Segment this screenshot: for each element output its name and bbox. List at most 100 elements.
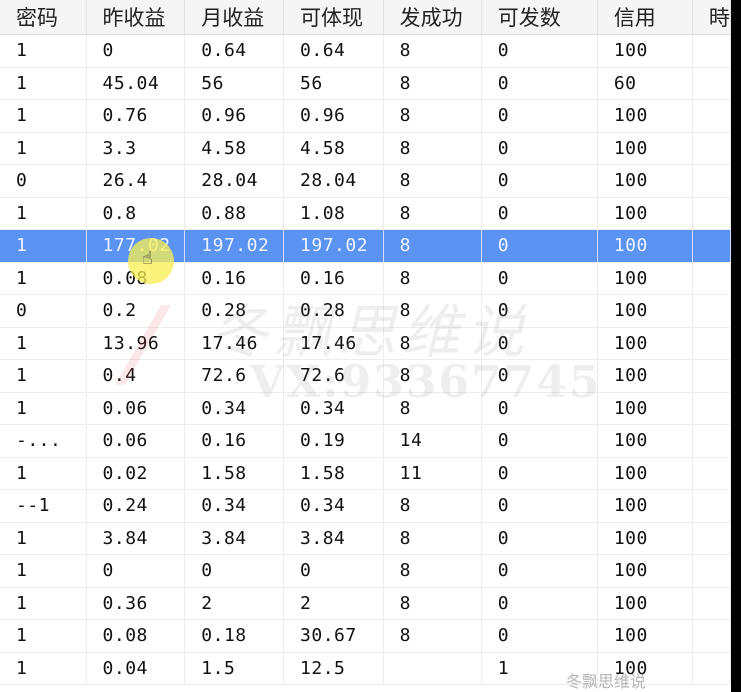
column-header[interactable]: 密码 xyxy=(0,0,87,35)
table-cell[interactable]: 1 xyxy=(0,457,87,490)
table-cell[interactable]: 100 xyxy=(597,359,693,393)
table-cell[interactable]: 60 xyxy=(597,67,693,100)
table-cell[interactable]: 0.28 xyxy=(283,294,384,328)
table-cell[interactable]: 0.4 xyxy=(86,359,186,393)
table-cell[interactable]: 0.24 xyxy=(86,489,186,523)
table-row[interactable]: 1 3.84 3.84 3.84 8 0 100 xyxy=(0,522,731,555)
table-cell[interactable]: 2 xyxy=(184,587,285,620)
table-cell[interactable]: 8 xyxy=(383,99,482,133)
table-cell[interactable]: 0 xyxy=(481,457,598,490)
table-cell[interactable]: 0.06 xyxy=(86,392,186,425)
table-cell[interactable]: 1 xyxy=(0,652,87,685)
table-cell[interactable]: 1.08 xyxy=(283,197,384,230)
table-row[interactable]: 1 3.3 4.58 4.58 8 0 100 xyxy=(0,132,731,165)
table-cell[interactable]: 0.19 xyxy=(283,424,384,458)
table-cell[interactable]: 45.04 xyxy=(86,67,186,100)
table-cell[interactable]: 197.02 xyxy=(184,229,285,263)
table-row[interactable]: 1 177.02 197.02 197.02 8 0 100 xyxy=(0,229,731,263)
table-cell[interactable]: 0 xyxy=(481,132,598,165)
column-header[interactable]: 信用 xyxy=(597,0,693,35)
table-cell[interactable]: 56 xyxy=(283,67,384,100)
table-cell[interactable]: 0.04 xyxy=(86,652,186,685)
table-cell[interactable]: 100 xyxy=(597,99,693,133)
table-cell[interactable]: 8 xyxy=(383,327,482,360)
table-cell[interactable] xyxy=(692,587,731,620)
table-cell[interactable] xyxy=(692,327,731,360)
table-cell[interactable]: 0 xyxy=(481,554,598,588)
table-cell[interactable]: 100 xyxy=(597,34,693,68)
table-cell[interactable] xyxy=(692,229,731,263)
table-cell[interactable]: 1 xyxy=(0,554,87,588)
table-cell[interactable]: 0.34 xyxy=(184,392,285,425)
column-header[interactable]: 发成功 xyxy=(383,0,482,35)
table-cell[interactable]: 0.36 xyxy=(86,587,186,620)
table-cell[interactable]: 0 xyxy=(0,294,87,328)
table-cell[interactable]: 8 xyxy=(383,522,482,555)
table-cell[interactable]: 0.28 xyxy=(184,294,285,328)
table-cell[interactable]: 0.8 xyxy=(86,197,186,230)
table-cell[interactable]: 0 xyxy=(0,164,87,198)
table-cell[interactable]: 1 xyxy=(0,229,87,263)
table-cell[interactable]: 0.34 xyxy=(283,392,384,425)
table-row[interactable]: 1 0.76 0.96 0.96 8 0 100 xyxy=(0,99,731,133)
table-row[interactable]: 1 0.08 0.18 30.67 8 0 100 xyxy=(0,619,731,653)
table-cell[interactable]: 30.67 xyxy=(283,619,384,653)
table-cell[interactable]: 0 xyxy=(481,392,598,425)
table-cell[interactable]: 0.16 xyxy=(184,424,285,458)
table-cell[interactable]: 1 xyxy=(0,99,87,133)
table-row[interactable]: 1 13.96 17.46 17.46 8 0 100 xyxy=(0,327,731,360)
table-cell[interactable] xyxy=(692,67,731,100)
table-cell[interactable]: 1 xyxy=(0,587,87,620)
table-cell[interactable]: 197.02 xyxy=(283,229,384,263)
table-cell[interactable]: 0.06 xyxy=(86,424,186,458)
table-row[interactable]: --1 0.24 0.34 0.34 8 0 100 xyxy=(0,489,731,523)
table-cell[interactable]: -... xyxy=(0,424,87,458)
table-cell[interactable]: 8 xyxy=(383,359,482,393)
table-cell[interactable]: 0 xyxy=(481,359,598,393)
table-cell[interactable]: 8 xyxy=(383,489,482,523)
table-cell[interactable]: 0.96 xyxy=(283,99,384,133)
table-cell[interactable]: 2 xyxy=(283,587,384,620)
table-row[interactable]: 1 45.04 56 56 8 0 60 xyxy=(0,67,731,100)
table-cell[interactable] xyxy=(692,522,731,555)
table-cell[interactable]: 0 xyxy=(481,489,598,523)
table-cell[interactable]: 100 xyxy=(597,197,693,230)
table-cell[interactable]: 4.58 xyxy=(184,132,285,165)
table-cell[interactable]: 1 xyxy=(0,197,87,230)
table-cell[interactable]: 0.08 xyxy=(86,262,186,295)
table-cell[interactable]: 8 xyxy=(383,294,482,328)
column-header[interactable]: 月收益 xyxy=(184,0,285,35)
table-cell[interactable]: 0.18 xyxy=(184,619,285,653)
table-cell[interactable]: 1 xyxy=(0,67,87,100)
table-cell[interactable]: 1.58 xyxy=(184,457,285,490)
table-cell[interactable]: 72.6 xyxy=(283,359,384,393)
table-cell[interactable]: 0 xyxy=(481,99,598,133)
table-cell[interactable]: 0 xyxy=(481,164,598,198)
table-cell[interactable]: 17.46 xyxy=(184,327,285,360)
table-cell[interactable]: 8 xyxy=(383,587,482,620)
column-header[interactable]: 可发数 xyxy=(481,0,598,35)
table-row[interactable]: 1 0.4 72.6 72.6 8 0 100 xyxy=(0,359,731,393)
table-cell[interactable]: 4.58 xyxy=(283,132,384,165)
table-cell[interactable]: 0 xyxy=(283,554,384,588)
table-cell[interactable]: 3.84 xyxy=(283,522,384,555)
table-cell[interactable]: 1 xyxy=(0,619,87,653)
table-cell[interactable]: 1 xyxy=(0,327,87,360)
table-cell[interactable]: 3.84 xyxy=(184,522,285,555)
table-cell[interactable]: 0 xyxy=(481,67,598,100)
table-cell[interactable]: 100 xyxy=(597,164,693,198)
table-cell[interactable]: 26.4 xyxy=(86,164,186,198)
table-cell[interactable]: 17.46 xyxy=(283,327,384,360)
table-cell[interactable] xyxy=(692,262,731,295)
table-cell[interactable]: 100 xyxy=(597,327,693,360)
table-cell[interactable]: 3.84 xyxy=(86,522,186,555)
table-cell[interactable]: 0 xyxy=(481,229,598,263)
table-cell[interactable]: 0.88 xyxy=(184,197,285,230)
table-row[interactable]: 1 0 0 0 8 0 100 xyxy=(0,554,731,588)
table-cell[interactable]: 100 xyxy=(597,132,693,165)
table-cell[interactable]: 100 xyxy=(597,619,693,653)
table-cell[interactable]: 0.16 xyxy=(184,262,285,295)
table-cell[interactable]: 0.08 xyxy=(86,619,186,653)
table-row[interactable]: 1 0.08 0.16 0.16 8 0 100 xyxy=(0,262,731,295)
table-cell[interactable]: 28.04 xyxy=(184,164,285,198)
